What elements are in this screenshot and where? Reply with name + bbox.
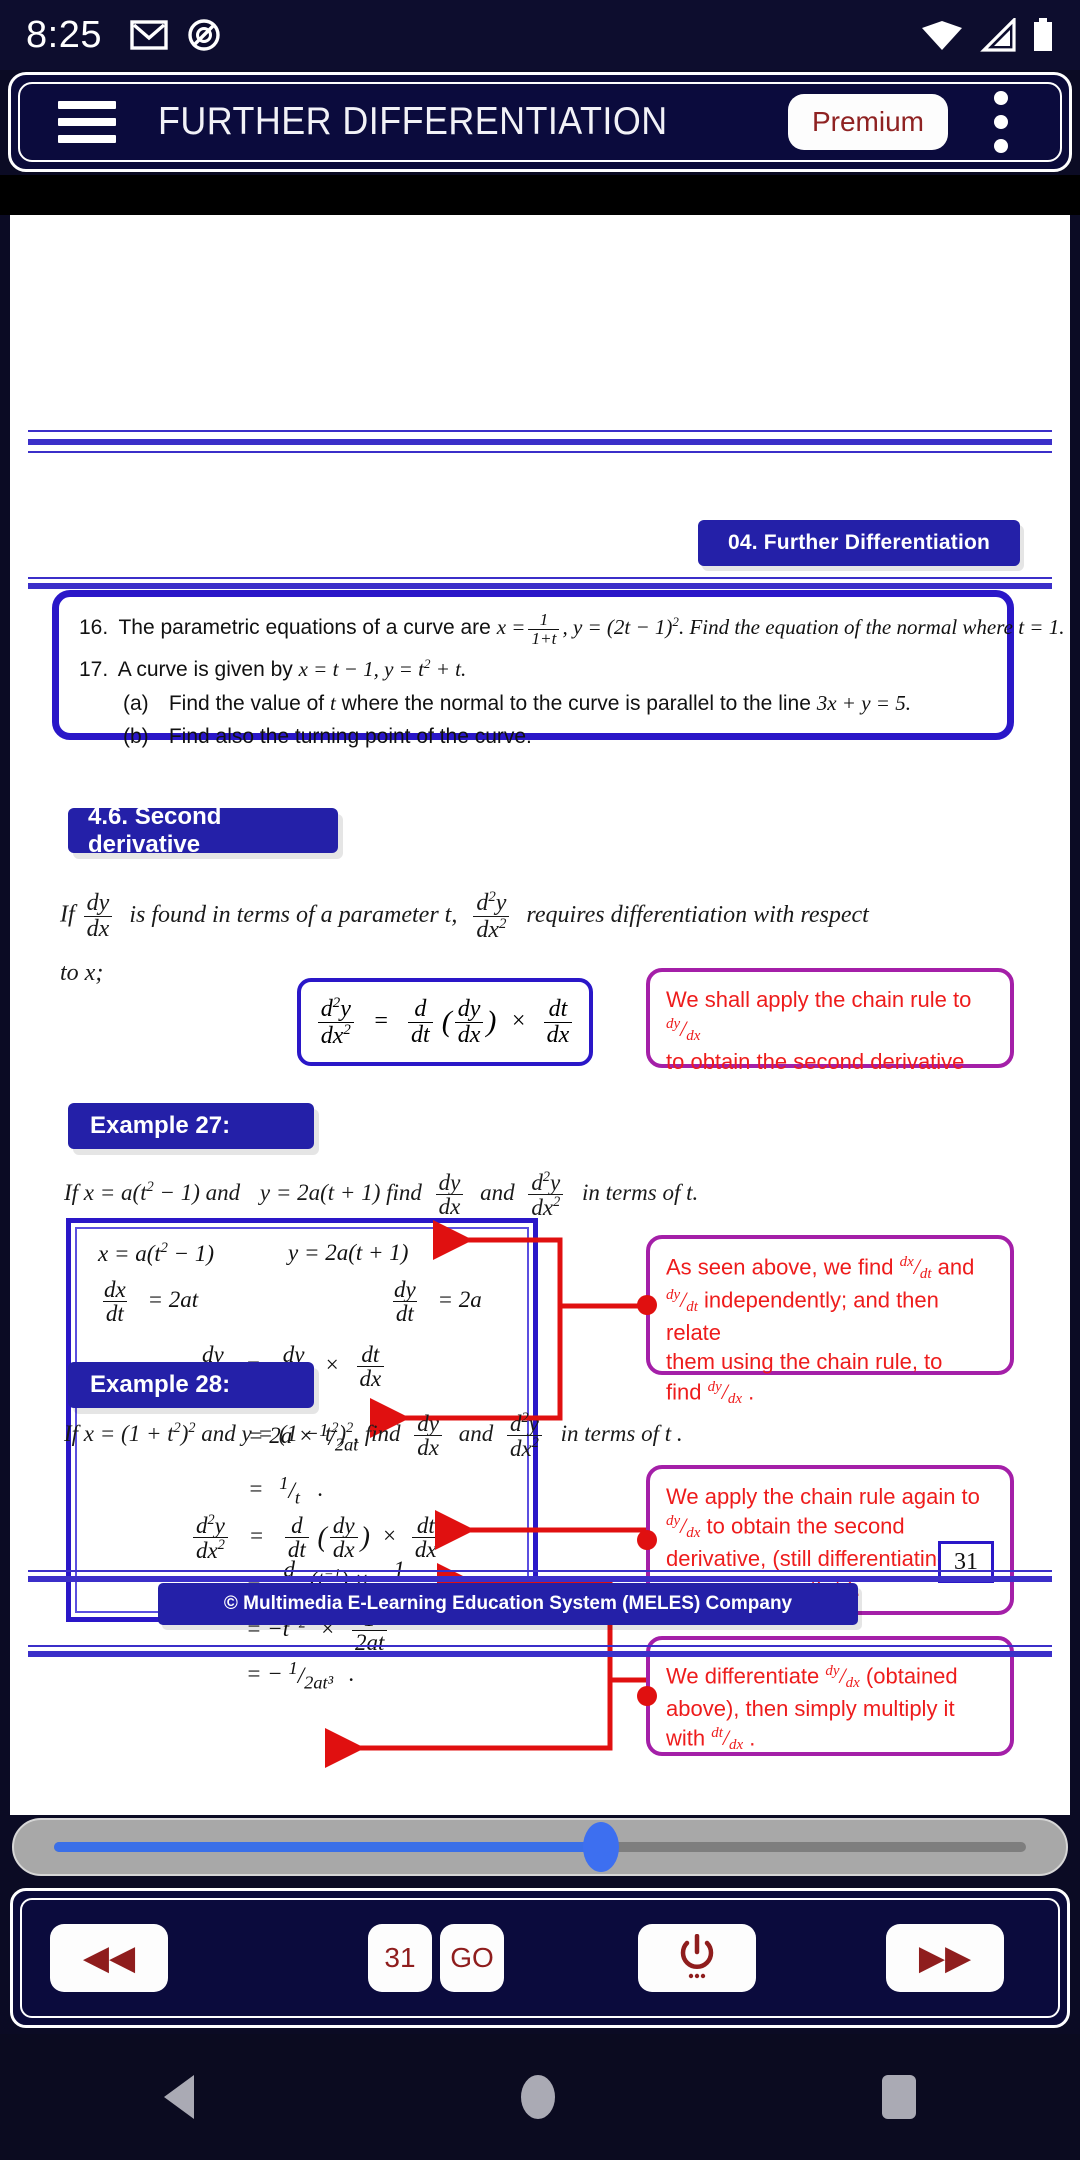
callout-find-derivatives: As seen above, we find dx/dt and dy/dt i… [637, 1235, 1014, 1407]
work-dxdt: dx dt = 2at [102, 1277, 199, 1327]
ring-slash-icon [188, 19, 220, 51]
example-28-prompt: If x = (1 + t2)2 and y = (1 − t2)2, find… [64, 1410, 683, 1462]
mid-rule-thick [28, 583, 1052, 589]
rewind-icon: ◀◀ [82, 1939, 136, 1977]
status-time: 8:25 [26, 13, 102, 56]
page-title: FURTHER DIFFERENTIATION [158, 100, 668, 143]
chapter-tab: 04. Further Differentiation [698, 520, 1020, 566]
phone-screen: 8:25 FURTHER DIFFERENTIATION Premium 04.… [0, 0, 1080, 2160]
go-button[interactable]: GO [440, 1924, 504, 1992]
back-triangle-icon[interactable] [163, 2075, 194, 2119]
wifi-icon [922, 21, 962, 50]
forward-button[interactable]: ▶▶ [886, 1924, 1004, 1992]
top-rule-thin [28, 430, 1052, 432]
question-17b: (b) Find also the turning point of the c… [123, 725, 532, 749]
q17-math: x = t − 1, y = t2 + t. [298, 656, 467, 682]
example-28-chip: Example 28: [68, 1362, 314, 1408]
signal-icon [980, 18, 1016, 52]
example-27-prompt: If x = a(t2 − 1) and y = 2a(t + 1) find … [64, 1169, 699, 1221]
power-icon [680, 1934, 714, 1979]
seek-fill [54, 1842, 601, 1852]
work-step-final: = − 1/2at³ . [246, 1658, 355, 1693]
page-number-input[interactable]: 31 [368, 1924, 432, 1992]
recents-square-icon[interactable] [882, 2075, 917, 2119]
question-16: 16. The parametric equations of a curve … [79, 610, 1065, 648]
section-heading: 4.6. Second derivative [68, 803, 338, 858]
lesson-slide: 04. Further Differentiation 16. The para… [10, 215, 1070, 1815]
seek-thumb[interactable] [582, 1822, 619, 1872]
battery-icon [1034, 18, 1052, 51]
question-17a: (a) Find the value of t where the normal… [123, 691, 911, 716]
exercise-question-box: 16. The parametric equations of a curve … [52, 590, 1065, 748]
bottom-nav-bar: ◀◀ 31 GO ▶▶ [20, 1898, 1060, 2018]
question-17: 17. A curve is given by x = t − 1, y = t… [79, 656, 467, 682]
footer-rule-thick [28, 1651, 1052, 1657]
top-rule-thick [28, 439, 1052, 445]
q16-math: x = 1 1+t, y = (2t − 1)2. Find the equatio… [496, 610, 1065, 648]
mid-rule-thin [28, 577, 1052, 579]
intro-paragraph-line2: to x; [60, 960, 104, 986]
bottom-rule-thin [28, 1570, 1052, 1572]
android-system-nav [0, 2034, 1080, 2160]
top-rule-thin-2 [28, 451, 1052, 453]
callout-anchor-dot [637, 1530, 657, 1550]
gmail-icon [130, 20, 168, 50]
intro-paragraph-line1: If dy dx is found in terms of a parameter… [60, 889, 869, 943]
home-circle-icon[interactable] [520, 2075, 555, 2119]
status-bar: 8:25 [0, 0, 1080, 70]
screen-gap [0, 175, 1080, 215]
status-notification-icons [130, 17, 222, 53]
callout-chain-rule-intro: We shall apply the chain rule to dy/dx t… [646, 968, 1014, 1074]
example-27-chip: Example 27: [68, 1103, 314, 1149]
second-derivative-formula: d2y dx2 = d dt (dy dx) × dt dx [315, 995, 575, 1048]
kebab-menu-icon[interactable] [972, 91, 1030, 153]
callout-anchor-dot [637, 1686, 657, 1706]
fast-forward-icon: ▶▶ [918, 1939, 972, 1977]
hamburger-menu-icon[interactable] [58, 101, 116, 143]
premium-button[interactable]: Premium [787, 94, 948, 150]
second-derivative-formula-box: d2y dx2 = d dt (dy dx) × dt dx [297, 978, 593, 1066]
slide-seek-bar[interactable] [12, 1818, 1068, 1876]
work-line-x: x = a(t2 − 1) [98, 1240, 215, 1266]
app-bar: FURTHER DIFFERENTIATION Premium [18, 82, 1062, 162]
callout-anchor-dot [637, 1295, 657, 1315]
copyright-banner: © Multimedia E-Learning Education System… [158, 1583, 858, 1625]
rewind-button[interactable]: ◀◀ [50, 1924, 168, 1992]
status-system-icons [920, 17, 1054, 53]
bottom-rule-thick [28, 1576, 1052, 1582]
work-step-1overt: = 1/t . [248, 1473, 324, 1508]
footer-rule-thin [28, 1645, 1052, 1647]
power-button[interactable] [638, 1924, 756, 1992]
